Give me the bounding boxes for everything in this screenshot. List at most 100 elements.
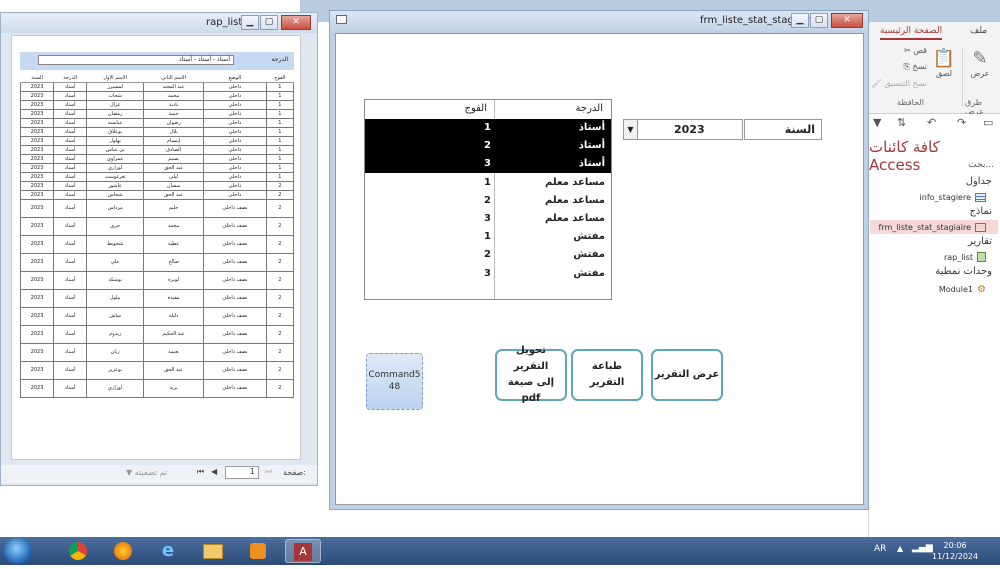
listbox-cell-degree: أستاذ xyxy=(578,140,605,152)
start-button[interactable] xyxy=(4,538,32,564)
report-titlebar[interactable]: rap_list ▁ ▢ ✕ xyxy=(1,13,317,33)
save-icon[interactable]: ▭ xyxy=(983,116,993,129)
report-cell: 2023 xyxy=(19,252,55,272)
filtered-indicator[interactable]: ▼ تم تصفيته xyxy=(126,468,167,477)
listbox-cell-group: 2 xyxy=(484,140,491,152)
firefox-icon[interactable] xyxy=(105,539,141,563)
language-indicator[interactable]: AR xyxy=(874,544,886,554)
listbox-row[interactable]: 3 أستاذ xyxy=(365,155,611,174)
report-row: 2023 أستاذ شحويط عطية نصف داخلي 2 xyxy=(19,234,295,254)
report-cell: 2 xyxy=(265,189,295,200)
report-cell: 2 xyxy=(265,252,295,272)
sort-icon[interactable]: ⇅ xyxy=(897,116,906,129)
report-cell: 2023 xyxy=(19,360,55,380)
report-row: 2023 أستاذ لمسيرر عبد المجيد داخلي 1 xyxy=(19,81,295,92)
report-cell: مرداس xyxy=(86,198,145,218)
report-cell: 2 xyxy=(265,180,295,191)
brush-icon: 🖌 xyxy=(871,79,882,88)
report-cell: صالح xyxy=(143,252,205,272)
listbox-cell-degree: مساعد معلم xyxy=(545,213,605,224)
report-cell: 1 xyxy=(265,117,295,128)
report-cell: 1 xyxy=(265,135,295,146)
year-combobox[interactable]: ▼ 2023 xyxy=(623,119,743,140)
report-row: 2023 أستاذ مرداس حليم نصف داخلي 2 xyxy=(19,198,295,218)
report-cell: 2 xyxy=(265,324,295,344)
report-cell: نصف داخلي xyxy=(203,216,267,236)
clock[interactable]: 20:06 11/12/2024 xyxy=(932,540,978,562)
copy-button[interactable]: ⎘ نسخ xyxy=(889,62,927,72)
format-painter-button[interactable]: 🖌 نسخ التنسيق xyxy=(865,79,927,88)
navigation-pane: ▼ ⇅ ↶ ↷ ▭ كافة كائنات Access بحث... جداو… xyxy=(868,114,1000,537)
export-pdf-button[interactable]: تحويل التقرير إلى صيغة pdf xyxy=(495,345,567,404)
network-icon[interactable]: ▂▄▆ xyxy=(912,543,933,553)
form-icon xyxy=(975,222,986,232)
close-button[interactable]: ✕ xyxy=(281,15,311,30)
listbox-row[interactable]: 2 مساعد معلم xyxy=(365,192,611,210)
access-icon[interactable]: A xyxy=(285,539,321,563)
quick-access-toolbar: ▼ ⇅ ↶ ↷ ▭ xyxy=(869,114,1000,132)
report-cell: أستاذ xyxy=(53,180,88,191)
chrome-icon[interactable] xyxy=(60,539,96,563)
listbox-row[interactable]: 3 مفتش xyxy=(365,265,611,283)
tab-home[interactable]: الصفحة الرئيسية xyxy=(880,26,943,40)
report-cell: 2023 xyxy=(19,99,55,110)
nav-group-reports[interactable]: تقارير xyxy=(968,236,992,247)
report-row: 2023 أستاذ بوشكة لويزة نصف داخلي 2 xyxy=(19,270,295,290)
report-cell: لويزة xyxy=(143,270,205,290)
view-button[interactable]: ✎ عرض xyxy=(965,48,995,78)
page-number-input[interactable]: 1 xyxy=(225,466,259,479)
redo-icon[interactable]: ↷ xyxy=(957,116,966,129)
nav-item-info-stagiere[interactable]: info_stagiere xyxy=(920,190,986,204)
maximize-button[interactable]: ▢ xyxy=(260,15,278,30)
listbox-row[interactable]: 2 مفتش xyxy=(365,246,611,264)
form-window: frm_liste_stat_stagiaire ▁ ▢ ✕ الدرجة ال… xyxy=(329,10,869,510)
listbox-row[interactable]: 2 أستاذ xyxy=(365,137,611,156)
listbox-row[interactable]: 3 مساعد معلم xyxy=(365,210,611,228)
report-cell: نصف داخلي xyxy=(203,288,267,308)
chevron-down-icon[interactable]: ▼ xyxy=(624,120,638,139)
tray-arrow-icon[interactable]: ▲ xyxy=(897,544,903,553)
report-column-header: الاسم الثاني xyxy=(143,74,204,83)
report-row: 2023 أستاذ بهلول إبتسام داخلي 1 xyxy=(19,135,295,146)
nav-item-module1[interactable]: Module1 ⚙ xyxy=(939,282,986,296)
report-cell: أستاذ xyxy=(53,234,88,254)
report-cell: 1 xyxy=(265,144,295,155)
listbox-row[interactable]: 1 أستاذ xyxy=(365,119,611,137)
report-row: 2023 أستاذ تغرغوست ليلى داخلي 1 xyxy=(19,171,295,182)
listbox-row[interactable]: 1 مفتش xyxy=(365,228,611,246)
form-titlebar[interactable]: frm_liste_stat_stagiaire ▁ ▢ ✕ xyxy=(330,11,868,31)
tab-file[interactable]: ملف xyxy=(970,26,987,36)
degree-group-listbox[interactable]: الدرجة الفوج 1 أستاذ 2 أستاذ 3 أستاذ 1 مساعد مع… xyxy=(364,99,612,300)
paste-button[interactable]: 📋 لصق xyxy=(929,48,959,78)
media-icon[interactable] xyxy=(240,539,276,563)
minimize-button[interactable]: ▁ xyxy=(791,13,809,28)
nav-group-tables[interactable]: جداول xyxy=(966,176,992,187)
cut-button[interactable]: ✂ قص xyxy=(893,46,927,55)
command5-button[interactable]: Command5 48 xyxy=(366,353,423,410)
nav-group-forms[interactable]: نماذج xyxy=(969,206,992,217)
explorer-icon[interactable] xyxy=(195,539,231,563)
listbox-row[interactable]: 1 مساعد معلم xyxy=(365,174,611,192)
nav-item-frm-liste[interactable]: frm_liste_stat_stagiaire xyxy=(870,220,998,234)
report-icon xyxy=(977,252,986,262)
report-cell: 1 xyxy=(265,108,295,119)
last-page-icon[interactable]: ⏭ xyxy=(265,467,272,477)
nav-search[interactable]: بحث... xyxy=(968,160,994,170)
prev-page-icon[interactable]: ◀ xyxy=(211,467,217,476)
report-cell: نصف داخلي xyxy=(203,306,267,326)
nav-group-modules[interactable]: وحدات نمطية xyxy=(935,266,992,277)
first-page-icon[interactable]: ⏮ xyxy=(197,467,204,477)
maximize-button[interactable]: ▢ xyxy=(810,13,828,28)
show-report-button[interactable]: عرض التقرير xyxy=(651,349,723,401)
nav-item-rap-list[interactable]: rap_list xyxy=(944,250,986,264)
close-button[interactable]: ✕ xyxy=(831,13,863,28)
undo-icon[interactable]: ↶ xyxy=(927,116,936,129)
report-cell: 2023 xyxy=(19,198,55,218)
report-cell: 2023 xyxy=(19,216,55,236)
report-row: 2023 أستاذ عمراوي نسيم داخلي 1 xyxy=(19,153,295,164)
ie-icon[interactable]: e xyxy=(150,539,186,563)
minimize-button[interactable]: ▁ xyxy=(241,15,259,30)
filter-icon[interactable]: ▼ xyxy=(873,116,881,129)
print-report-button[interactable]: طباعة التقرير xyxy=(571,349,643,401)
report-cell: يزيد xyxy=(143,378,205,398)
